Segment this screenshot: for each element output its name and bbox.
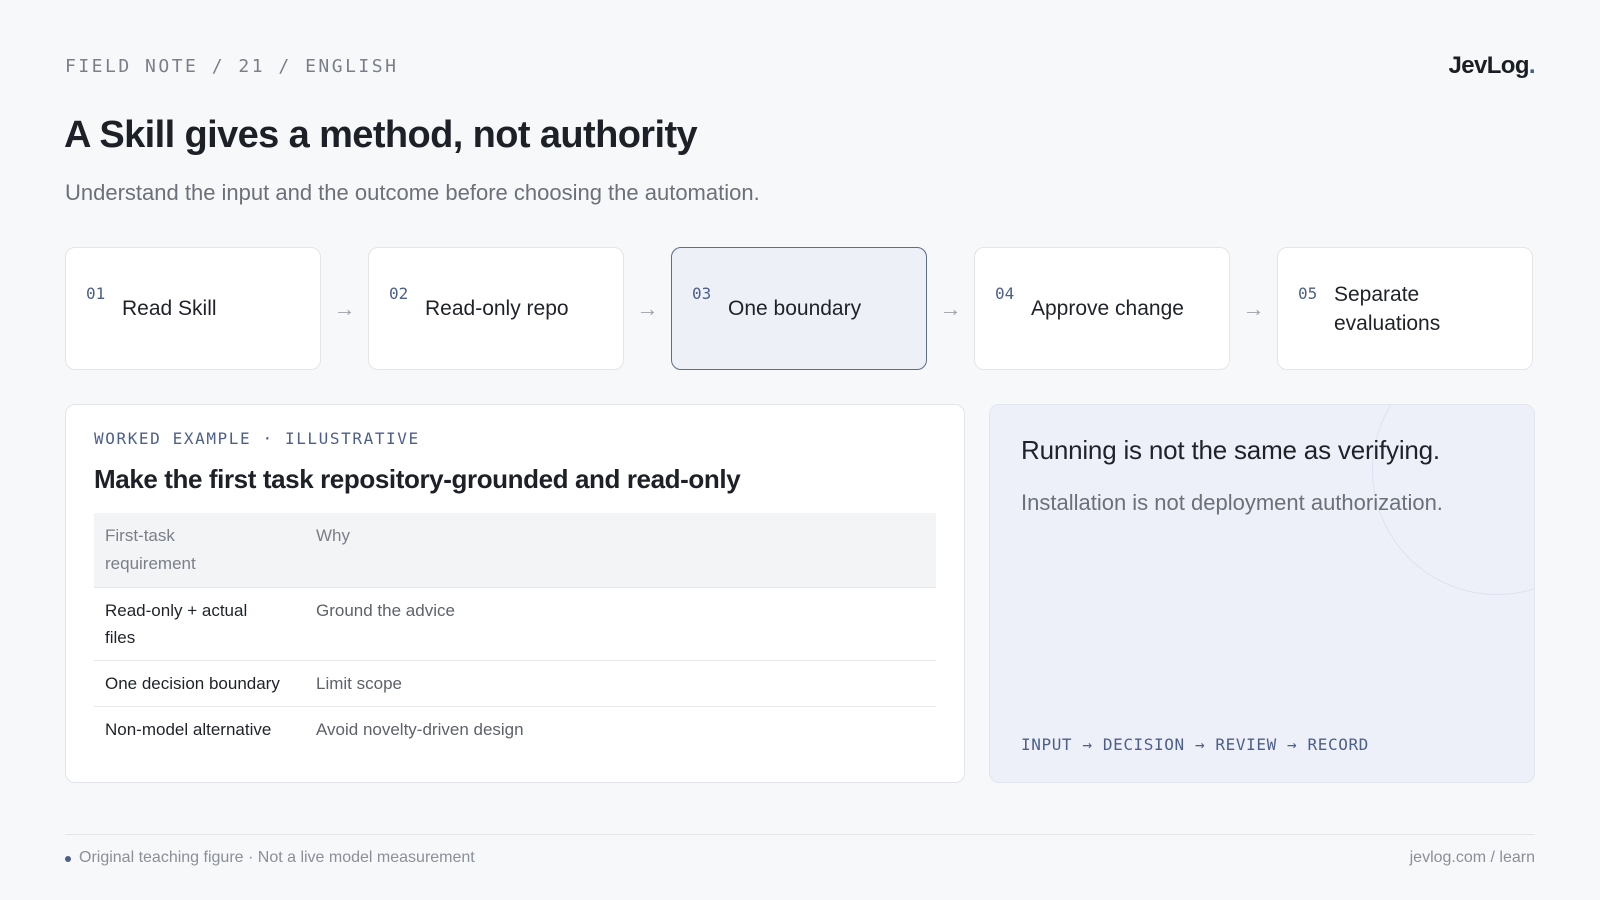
column-header-why: Why <box>305 513 936 588</box>
process-steps: 01 Read Skill → 02 Read-only repo → 03 O… <box>65 247 1535 370</box>
callout-flow: INPUT → DECISION → REVIEW → RECORD <box>1021 735 1369 754</box>
logo-text: JevLog <box>1448 52 1529 79</box>
step-number: 04 <box>995 284 1015 303</box>
requirements-table: First-task requirement Why Read-only + a… <box>94 513 936 752</box>
callout-main-text: Running is not the same as verifying. <box>1021 435 1440 465</box>
table-cell: One decision boundary <box>94 660 305 707</box>
footer-note: Original teaching figure · Not a live mo… <box>65 849 475 867</box>
bullet-dot-icon <box>65 856 71 862</box>
step-card-4: 04 Approve change <box>974 247 1230 370</box>
page-kicker: FIELD NOTE / 21 / ENGLISH <box>65 56 399 77</box>
example-kicker: WORKED EXAMPLE · ILLUSTRATIVE <box>94 429 420 448</box>
step-label: Separate evaluations <box>1334 282 1441 335</box>
step-card-3-active: 03 One boundary <box>671 247 927 370</box>
step-card-5: 05 Separate evaluations <box>1277 247 1533 370</box>
page-title: A Skill gives a method, not authority <box>64 114 698 156</box>
step-number: 01 <box>86 284 106 303</box>
arrow-right-icon: → <box>333 295 356 321</box>
table-row: Read-only + actual files Ground the advi… <box>94 587 936 661</box>
table-row: Non-model alternative Avoid novelty-driv… <box>94 706 936 752</box>
footer-note-text: Original teaching figure · Not a live mo… <box>79 849 475 866</box>
column-header-requirement: First-task requirement <box>94 513 305 588</box>
step-label: Read Skill <box>122 297 217 320</box>
step-label: Approve change <box>1031 297 1184 320</box>
callout-sub-text: Installation is not deployment authoriza… <box>1021 490 1443 515</box>
step-number: 05 <box>1298 284 1318 303</box>
worked-example-card: WORKED EXAMPLE · ILLUSTRATIVE Make the f… <box>65 404 965 783</box>
table-cell: Ground the advice <box>305 587 936 661</box>
table-cell: Limit scope <box>305 660 936 707</box>
arrow-right-icon: → <box>636 295 659 321</box>
table-cell: Avoid novelty-driven design <box>305 706 936 752</box>
callout-card: Running is not the same as verifying. In… <box>989 404 1535 783</box>
footer-link[interactable]: jevlog.com / learn <box>1410 849 1535 867</box>
arrow-right-icon: → <box>939 295 962 321</box>
step-card-1: 01 Read Skill <box>65 247 321 370</box>
logo-dot: . <box>1528 52 1536 79</box>
step-card-2: 02 Read-only repo <box>368 247 624 370</box>
footer-divider <box>65 834 1535 835</box>
step-number: 02 <box>389 284 409 303</box>
table-cell: Non-model alternative <box>94 706 305 752</box>
arrow-right-icon: → <box>1242 295 1265 321</box>
brand-logo[interactable]: JevLog. <box>1448 52 1535 80</box>
table-cell: Read-only + actual files <box>94 587 305 661</box>
step-label: Read-only repo <box>425 297 569 320</box>
step-label: One boundary <box>728 297 862 320</box>
table-header-row: First-task requirement Why <box>94 513 936 588</box>
example-title: Make the first task repository-grounded … <box>94 464 741 494</box>
page-subtitle: Understand the input and the outcome bef… <box>65 180 760 205</box>
table-row: One decision boundary Limit scope <box>94 660 936 707</box>
step-number: 03 <box>692 284 712 303</box>
